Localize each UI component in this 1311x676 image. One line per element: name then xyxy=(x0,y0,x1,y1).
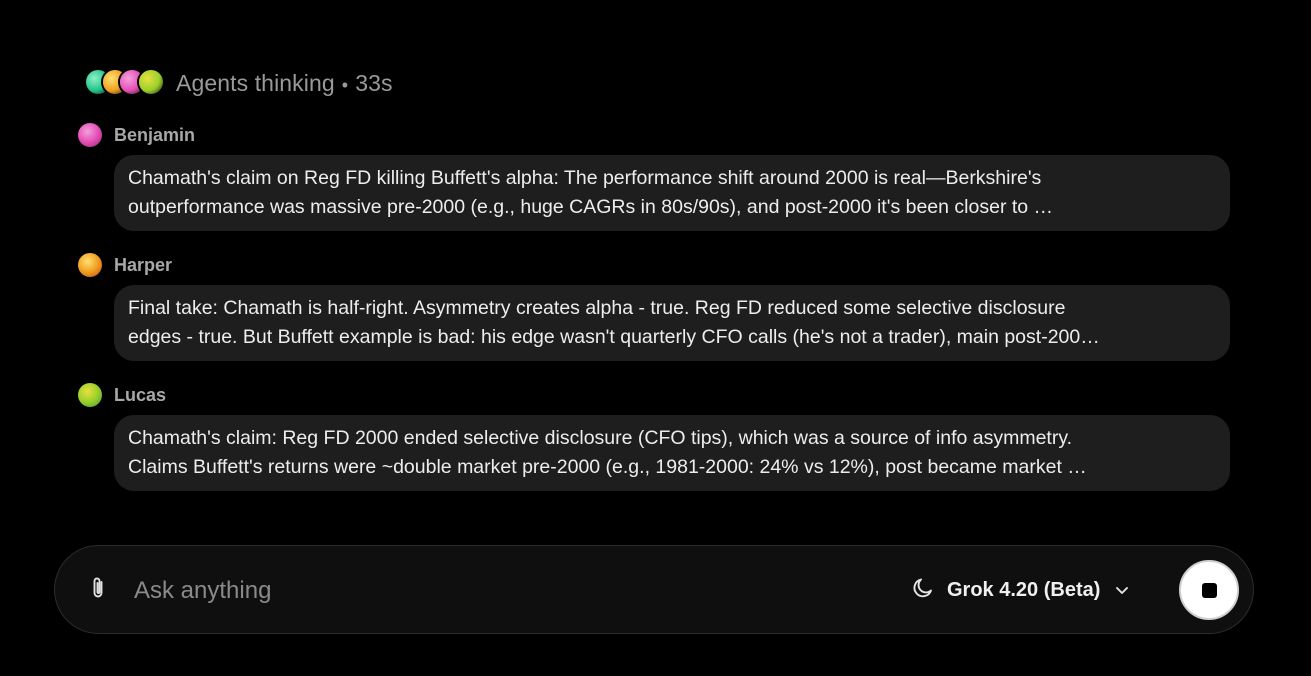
avatar xyxy=(78,253,102,277)
avatar xyxy=(78,123,102,147)
agent-message-lucas: Lucas Chamath's claim: Reg FD 2000 ended… xyxy=(78,382,1230,491)
moon-icon xyxy=(911,576,935,605)
composer: Grok 4.20 (Beta) xyxy=(54,545,1254,634)
avatar xyxy=(139,70,163,94)
agent-header: Harper xyxy=(78,252,1230,278)
agent-name: Lucas xyxy=(114,384,167,405)
message-line: Chamath's claim on Reg FD killing Buffet… xyxy=(128,167,1042,189)
chevron-down-icon xyxy=(1114,582,1130,598)
agent-bubble[interactable]: Chamath's claim: Reg FD 2000 ended selec… xyxy=(114,415,1230,491)
agent-name: Harper xyxy=(114,254,173,275)
model-selector[interactable]: Grok 4.20 (Beta) xyxy=(911,574,1130,606)
chat-page: Agents thinking • 33s Benjamin Chamath's c… xyxy=(0,0,1311,676)
agent-bubble[interactable]: Final take: Chamath is half-right. Asymm… xyxy=(114,285,1230,361)
attach-button[interactable] xyxy=(85,576,111,604)
message-line: edges - true. But Buffett example is bad… xyxy=(128,326,1100,348)
agents-avatar-stack xyxy=(86,68,170,98)
agent-name: Benjamin xyxy=(114,124,196,145)
agent-header: Benjamin xyxy=(78,122,1230,148)
agent-bubble[interactable]: Chamath's claim on Reg FD killing Buffet… xyxy=(114,155,1230,231)
stop-button[interactable] xyxy=(1179,560,1239,620)
ask-input[interactable] xyxy=(132,568,876,614)
message-line: Chamath's claim: Reg FD 2000 ended selec… xyxy=(128,427,1073,449)
stop-icon xyxy=(1201,582,1217,598)
message-line: Claims Buffett's returns were ~double ma… xyxy=(128,456,1087,478)
message-line: outperformance was massive pre-2000 (e.g… xyxy=(128,196,1054,218)
status-separator: • xyxy=(341,74,349,95)
message-line: Final take: Chamath is half-right. Asymm… xyxy=(128,297,1066,319)
agents-status: Agents thinking • 33s xyxy=(86,68,393,98)
status-label: Agents thinking xyxy=(176,69,335,96)
model-label: Grok 4.20 (Beta) xyxy=(947,578,1101,601)
avatar xyxy=(78,383,102,407)
status-elapsed: 33s xyxy=(355,69,393,96)
agent-message-harper: Harper Final take: Chamath is half-right… xyxy=(78,252,1230,361)
agent-message-benjamin: Benjamin Chamath's claim on Reg FD killi… xyxy=(78,122,1230,231)
status-text: Agents thinking • 33s xyxy=(176,70,393,97)
agent-header: Lucas xyxy=(78,382,1230,408)
paperclip-icon xyxy=(88,575,108,606)
